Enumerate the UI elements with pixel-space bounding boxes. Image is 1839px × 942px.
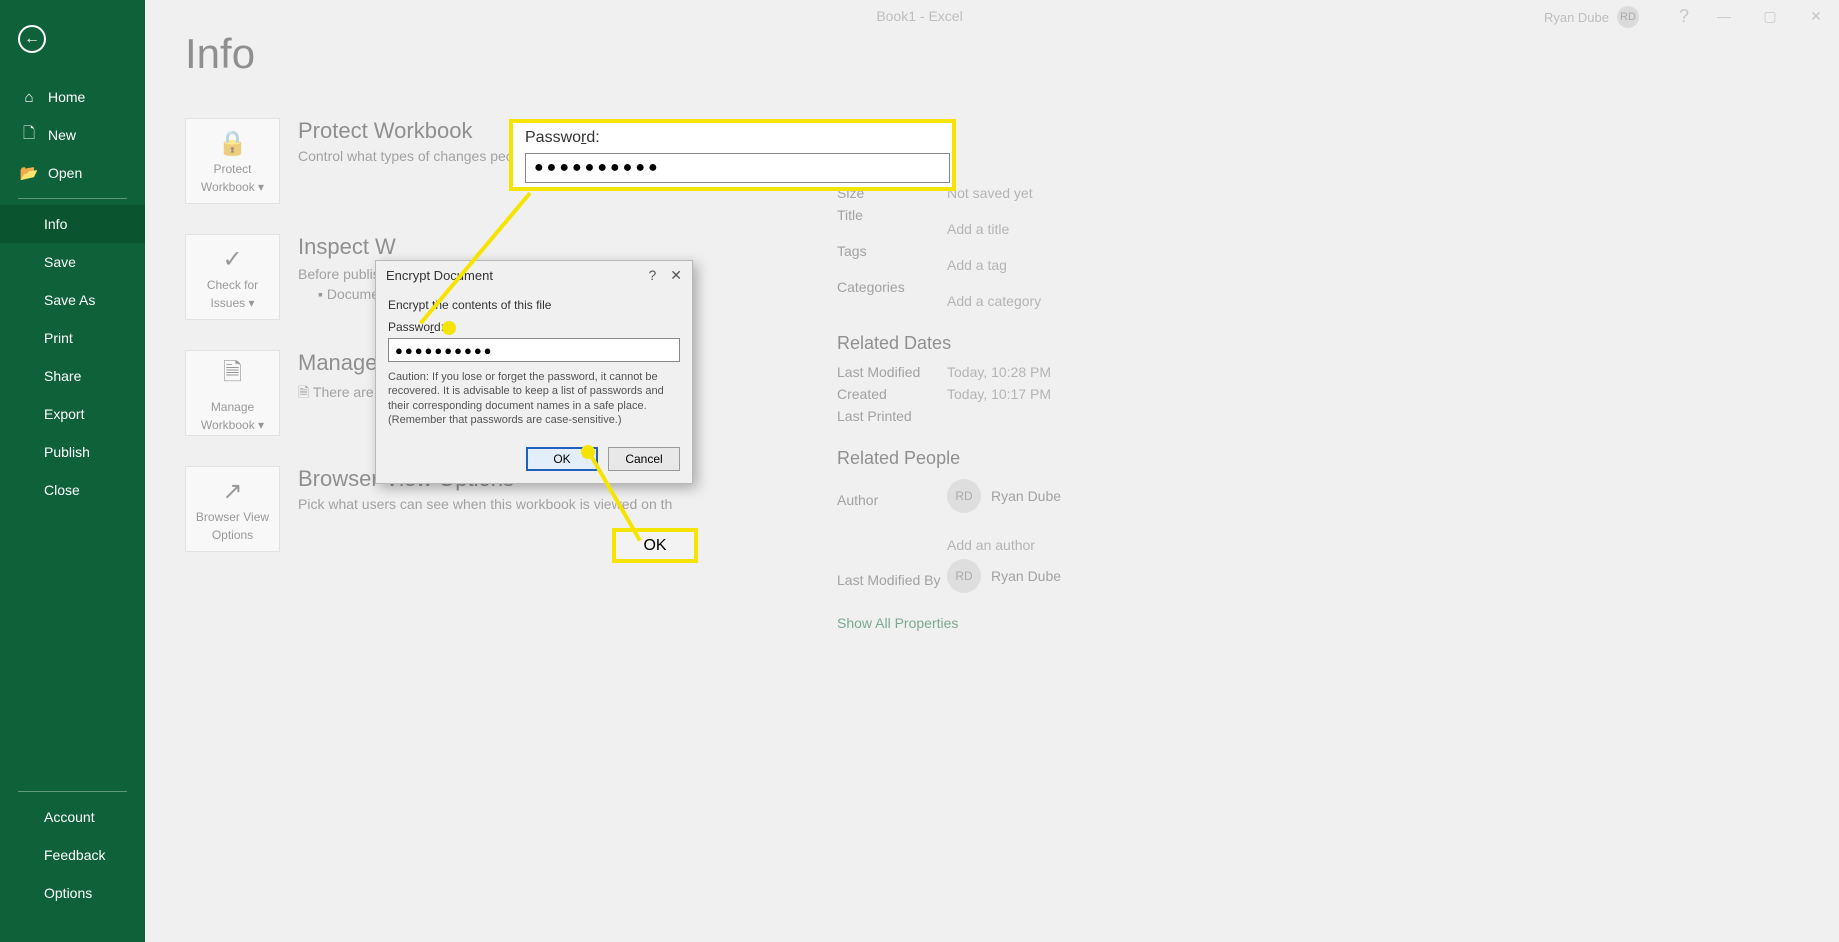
avatar-icon: RD bbox=[947, 559, 981, 593]
prop-value-categories[interactable]: Add a category bbox=[947, 293, 1041, 309]
section-heading: Inspect W bbox=[298, 234, 396, 260]
sidebar-item-info[interactable]: Info bbox=[0, 205, 145, 243]
avatar-icon: RD bbox=[947, 479, 981, 513]
sidebar-item-publish[interactable]: Publish bbox=[0, 433, 145, 471]
prop-label-lastprint: Last Printed bbox=[837, 408, 947, 424]
sidebar-item-label: Options bbox=[44, 885, 92, 901]
sidebar-item-label: Close bbox=[44, 482, 80, 498]
section-description: There are bbox=[313, 384, 374, 400]
back-arrow-icon: ← bbox=[18, 25, 46, 53]
callout-ok-label: OK bbox=[643, 537, 666, 555]
button-line2: Workbook ▾ bbox=[201, 418, 264, 432]
sidebar-item-label: Info bbox=[44, 216, 67, 232]
prop-value-tags[interactable]: Add a tag bbox=[947, 257, 1007, 273]
prop-label-author: Author bbox=[837, 492, 947, 508]
button-line1: Protect bbox=[213, 162, 251, 176]
button-line2: Options bbox=[212, 528, 253, 542]
prop-value-created: Today, 10:17 PM bbox=[947, 386, 1051, 402]
author-person[interactable]: RD Ryan Dube bbox=[947, 479, 1061, 513]
encrypt-document-dialog: Encrypt Document ? ✕ Encrypt the content… bbox=[375, 260, 693, 484]
dialog-title: Encrypt Document bbox=[386, 268, 493, 283]
button-line2: Issues ▾ bbox=[210, 296, 254, 310]
related-people-heading: Related People bbox=[837, 448, 1337, 469]
sidebar-item-saveas[interactable]: Save As bbox=[0, 281, 145, 319]
prop-label-created: Created bbox=[837, 386, 947, 402]
sidebar-separator bbox=[18, 791, 127, 792]
lock-icon: 🔒 bbox=[218, 129, 248, 158]
sidebar-separator bbox=[18, 198, 127, 199]
callout-password-label: Password: bbox=[525, 129, 940, 147]
callout-dot bbox=[581, 445, 595, 459]
show-all-properties-link[interactable]: Show All Properties bbox=[837, 615, 1337, 631]
protect-workbook-button[interactable]: 🔒 Protect Workbook ▾ bbox=[185, 118, 280, 204]
sidebar-item-close[interactable]: Close bbox=[0, 471, 145, 509]
password-input[interactable] bbox=[388, 338, 680, 362]
sidebar-item-home[interactable]: ⌂ Home bbox=[0, 78, 145, 116]
lastmodby-name: Ryan Dube bbox=[991, 568, 1061, 584]
add-author-link[interactable]: Add an author bbox=[947, 537, 1035, 553]
sidebar-item-open[interactable]: 📂 Open bbox=[0, 154, 145, 192]
button-line1: Check for bbox=[207, 278, 258, 292]
prop-value-title[interactable]: Add a title bbox=[947, 221, 1009, 237]
dialog-close-button[interactable]: ✕ bbox=[670, 267, 682, 284]
sidebar-item-account[interactable]: Account bbox=[0, 798, 145, 836]
sidebar-item-label: Publish bbox=[44, 444, 90, 460]
sidebar-item-label: Share bbox=[44, 368, 81, 384]
prop-label-lastmodby: Last Modified By bbox=[837, 572, 947, 588]
cancel-button[interactable]: Cancel bbox=[608, 447, 680, 471]
prop-label-tags: Tags bbox=[837, 243, 947, 273]
sidebar-item-label: Export bbox=[44, 406, 84, 422]
document-icon: 🗎 bbox=[223, 355, 242, 396]
manage-workbook-button[interactable]: 🗎 Manage Workbook ▾ bbox=[185, 350, 280, 436]
sidebar-item-label: Save bbox=[44, 254, 76, 270]
password-label: Password: bbox=[388, 320, 680, 334]
new-icon: 🗋 bbox=[20, 123, 38, 148]
back-button[interactable]: ← bbox=[0, 0, 145, 78]
sidebar-item-label: Home bbox=[48, 89, 85, 105]
sidebar-item-share[interactable]: Share bbox=[0, 357, 145, 395]
callout-password-input bbox=[525, 153, 950, 183]
callout-dot bbox=[442, 321, 456, 335]
sidebar-item-label: Feedback bbox=[44, 847, 105, 863]
author-name: Ryan Dube bbox=[991, 488, 1061, 504]
sidebar-item-new[interactable]: 🗋 New bbox=[0, 116, 145, 154]
sidebar-item-label: Account bbox=[44, 809, 95, 825]
prop-value-size: Not saved yet bbox=[947, 185, 1033, 201]
check-for-issues-button[interactable]: ✓ Check for Issues ▾ bbox=[185, 234, 280, 320]
prop-label-title: Title bbox=[837, 207, 947, 237]
callout-password: Password: bbox=[509, 119, 956, 191]
check-icon: ✓ bbox=[222, 245, 242, 274]
page-title: Info bbox=[185, 30, 1799, 78]
version-icon: 🗎 bbox=[298, 384, 313, 400]
sidebar-item-print[interactable]: Print bbox=[0, 319, 145, 357]
sidebar-item-save[interactable]: Save bbox=[0, 243, 145, 281]
dialog-help-button[interactable]: ? bbox=[648, 267, 656, 284]
lastmodby-person[interactable]: RD Ryan Dube bbox=[947, 559, 1061, 593]
sidebar-item-options[interactable]: Options bbox=[0, 874, 145, 912]
properties-panel: SizeNot saved yet TitleAdd a title TagsA… bbox=[837, 185, 1337, 631]
button-line1: Browser View bbox=[196, 510, 269, 524]
caution-text: Caution: If you lose or forget the passw… bbox=[388, 370, 680, 427]
sidebar-item-label: Print bbox=[44, 330, 73, 346]
sidebar-item-label: Save As bbox=[44, 292, 95, 308]
sidebar-item-feedback[interactable]: Feedback bbox=[0, 836, 145, 874]
sidebar-item-export[interactable]: Export bbox=[0, 395, 145, 433]
button-line2: Workbook ▾ bbox=[201, 180, 264, 194]
prop-label-lastmod: Last Modified bbox=[837, 364, 947, 380]
browser-view-options-button[interactable]: ↗ Browser View Options bbox=[185, 466, 280, 552]
sidebar-item-label: Open bbox=[48, 165, 82, 181]
button-line1: Manage bbox=[211, 400, 254, 414]
open-icon: 📂 bbox=[20, 164, 38, 182]
prop-label-categories: Categories bbox=[837, 279, 947, 309]
sidebar-item-label: New bbox=[48, 127, 76, 143]
related-dates-heading: Related Dates bbox=[837, 333, 1337, 354]
backstage-sidebar: ← ⌂ Home 🗋 New 📂 Open Info Save Save As Pri… bbox=[0, 0, 145, 942]
prop-value-lastmod: Today, 10:28 PM bbox=[947, 364, 1051, 380]
browser-icon: ↗ bbox=[222, 477, 242, 506]
home-icon: ⌂ bbox=[20, 89, 38, 106]
callout-ok: OK bbox=[612, 528, 698, 563]
